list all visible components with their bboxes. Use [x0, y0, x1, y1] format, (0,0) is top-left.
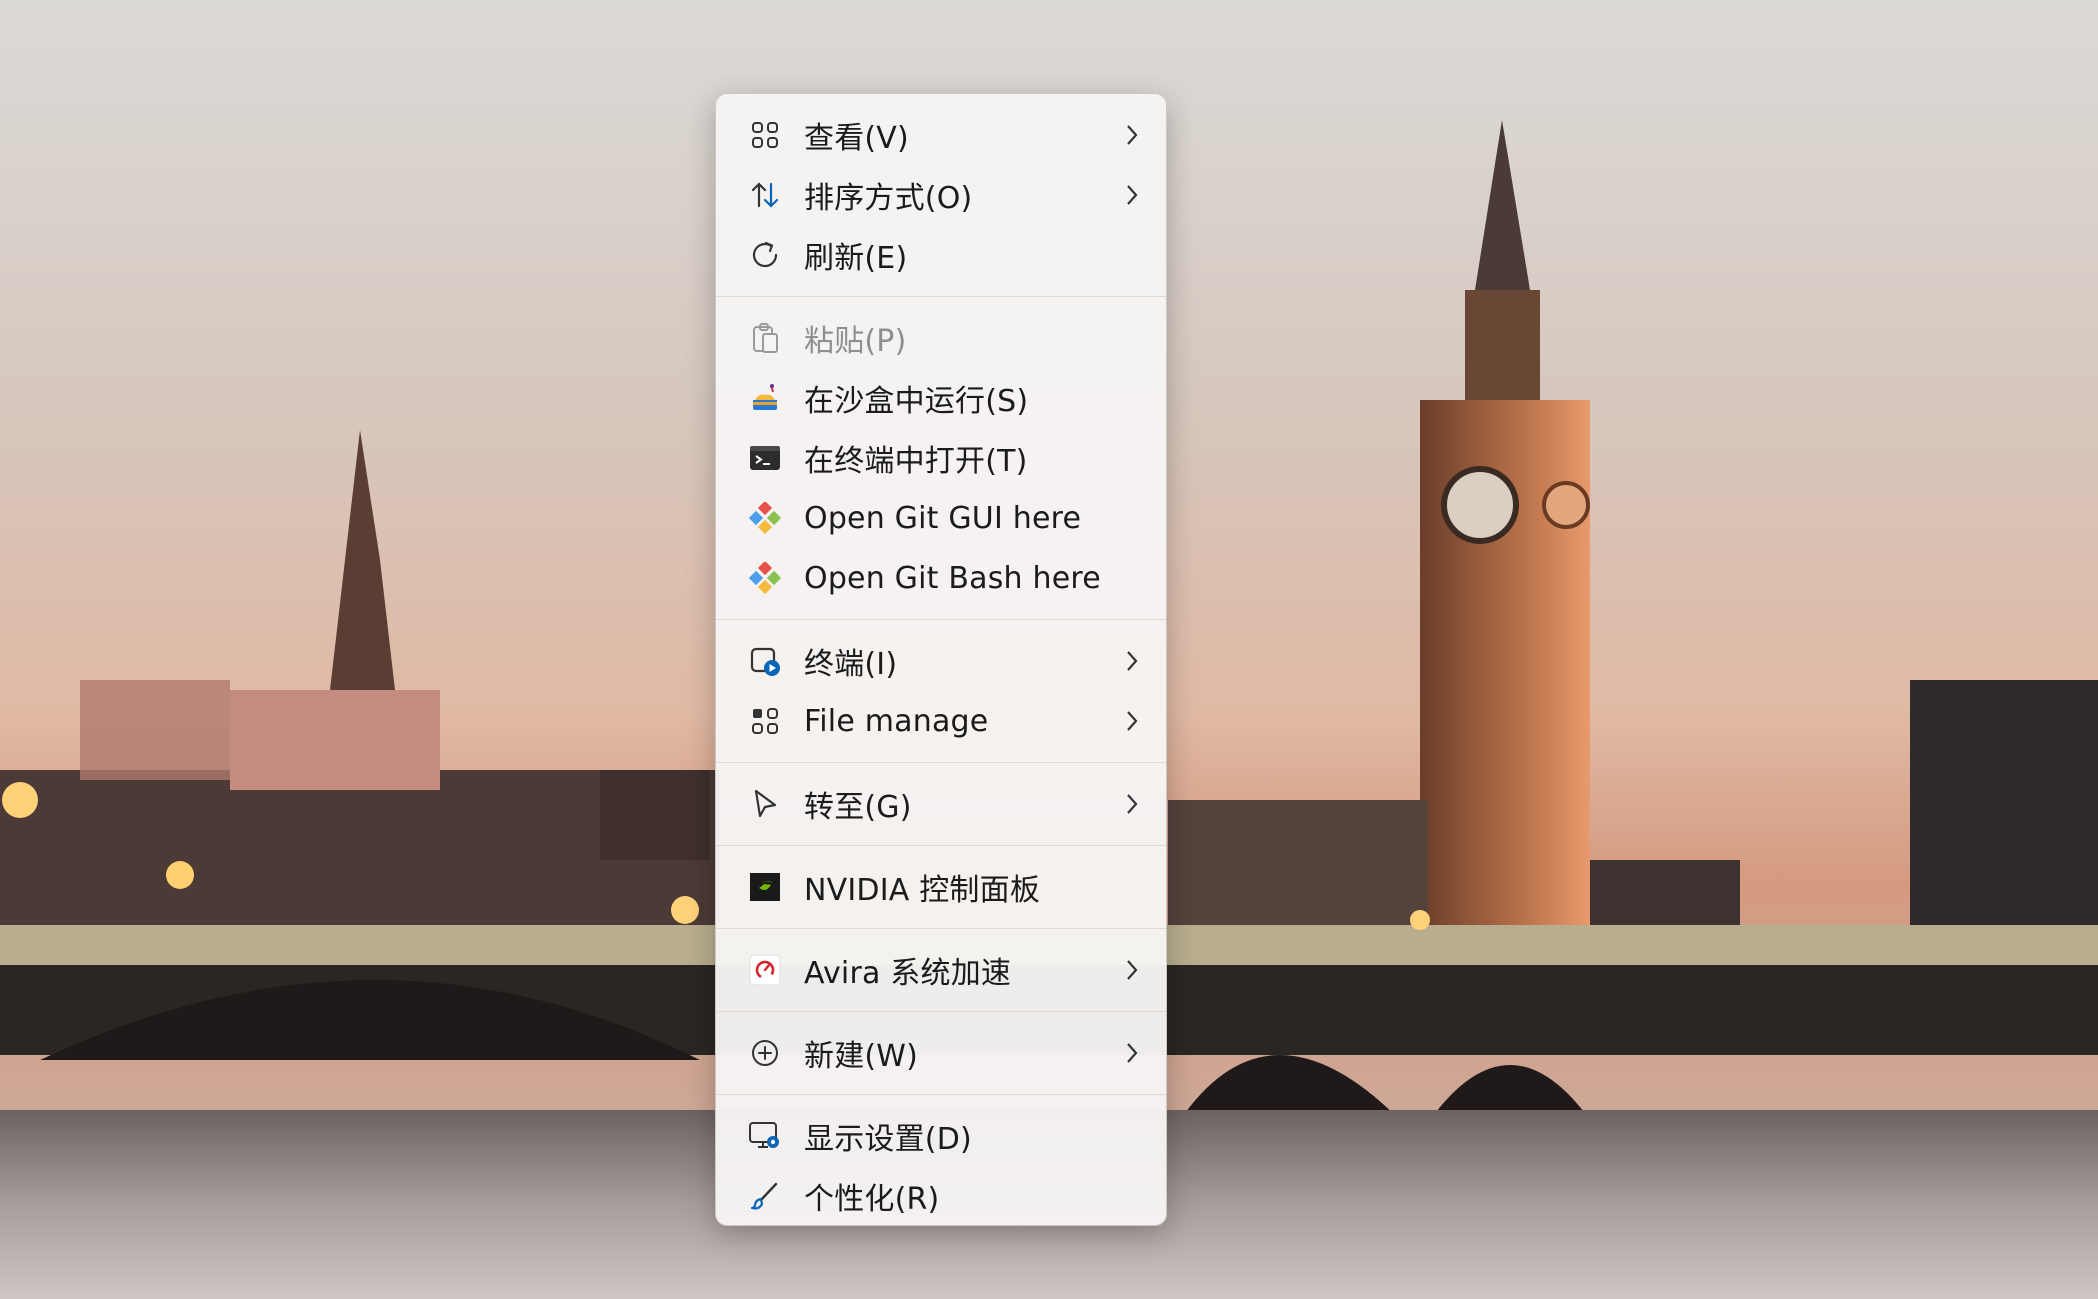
- chevron-right-icon: [1127, 185, 1138, 205]
- menu-item-label: Avira 系统加速: [804, 956, 1012, 991]
- menu-group-terminal: 终端(I) File manage: [716, 631, 1166, 751]
- display-settings-icon: [748, 1119, 782, 1153]
- file-manage-grid-icon: [748, 704, 782, 738]
- personalize-brush-icon: [748, 1179, 782, 1213]
- menu-item-personalize[interactable]: 个性化(R): [716, 1166, 1166, 1225]
- menu-separator: [716, 762, 1166, 763]
- menu-separator: [716, 619, 1166, 620]
- menu-item-git-gui[interactable]: Open Git GUI here: [716, 488, 1166, 548]
- menu-group-goto: 转至(G): [716, 774, 1166, 834]
- menu-item-label: 在沙盒中运行(S): [804, 384, 1029, 419]
- menu-item-label: 转至(G): [804, 790, 912, 825]
- menu-item-sandbox[interactable]: 在沙盒中运行(S): [716, 368, 1166, 428]
- menu-item-terminal[interactable]: 终端(I): [716, 631, 1166, 691]
- menu-group-nvidia: NVIDIA 控制面板: [716, 857, 1166, 917]
- menu-item-view[interactable]: 查看(V): [716, 105, 1166, 165]
- terminal-play-icon: [748, 644, 782, 678]
- menu-group-view: 查看(V) 排序方式(O) 刷新(E): [716, 94, 1166, 285]
- view-grid-icon: [748, 118, 782, 152]
- chevron-right-icon: [1127, 711, 1138, 731]
- menu-item-label: 新建(W): [804, 1039, 919, 1074]
- menu-separator: [716, 296, 1166, 297]
- menu-group-actions: 粘贴(P) 在沙盒中运行(S) 在终端中打开(T) Open Git GUI h…: [716, 308, 1166, 608]
- menu-item-sort[interactable]: 排序方式(O): [716, 165, 1166, 225]
- refresh-icon: [748, 238, 782, 272]
- menu-item-nvidia[interactable]: NVIDIA 控制面板: [716, 857, 1166, 917]
- menu-item-label: 个性化(R): [804, 1182, 940, 1217]
- menu-item-refresh[interactable]: 刷新(E): [716, 225, 1166, 285]
- chevron-right-icon: [1127, 960, 1138, 980]
- menu-item-label: Open Git Bash here: [804, 560, 1101, 596]
- menu-item-label: File manage: [804, 703, 989, 739]
- menu-item-label: Open Git GUI here: [804, 500, 1082, 536]
- menu-group-settings: 显示设置(D) 个性化(R): [716, 1106, 1166, 1225]
- menu-item-label: 刷新(E): [804, 241, 908, 276]
- menu-item-label: NVIDIA 控制面板: [804, 873, 1041, 908]
- menu-item-label: 显示设置(D): [804, 1122, 972, 1157]
- menu-item-label: 排序方式(O): [804, 181, 973, 216]
- chevron-right-icon: [1127, 794, 1138, 814]
- menu-item-new[interactable]: 新建(W): [716, 1023, 1166, 1083]
- menu-separator: [716, 928, 1166, 929]
- menu-item-label: 粘贴(P): [804, 324, 907, 359]
- desktop-context-menu: 查看(V) 排序方式(O) 刷新(E) 粘贴(P) 在沙盒中运行(S) 在终端中…: [715, 93, 1167, 1226]
- nvidia-icon: [748, 870, 782, 904]
- menu-item-paste[interactable]: 粘贴(P): [716, 308, 1166, 368]
- menu-item-label: 查看(V): [804, 121, 909, 156]
- sort-arrows-icon: [748, 178, 782, 212]
- chevron-right-icon: [1127, 125, 1138, 145]
- menu-item-display-settings[interactable]: 显示设置(D): [716, 1106, 1166, 1166]
- git-icon: [748, 561, 782, 595]
- avira-gauge-icon: [748, 953, 782, 987]
- paste-icon: [748, 321, 782, 355]
- menu-group-new: 新建(W): [716, 1023, 1166, 1083]
- menu-item-label: 终端(I): [804, 647, 898, 682]
- desktop[interactable]: 查看(V) 排序方式(O) 刷新(E) 粘贴(P) 在沙盒中运行(S) 在终端中…: [0, 0, 2098, 1299]
- menu-item-avira[interactable]: Avira 系统加速: [716, 940, 1166, 1000]
- menu-separator: [716, 845, 1166, 846]
- menu-item-label: 在终端中打开(T): [804, 444, 1028, 479]
- menu-item-git-bash[interactable]: Open Git Bash here: [716, 548, 1166, 608]
- menu-item-goto[interactable]: 转至(G): [716, 774, 1166, 834]
- sandbox-icon: [748, 381, 782, 415]
- menu-item-open-terminal[interactable]: 在终端中打开(T): [716, 428, 1166, 488]
- menu-separator: [716, 1094, 1166, 1095]
- chevron-right-icon: [1127, 651, 1138, 671]
- cursor-arrow-icon: [748, 787, 782, 821]
- new-plus-icon: [748, 1036, 782, 1070]
- menu-separator: [716, 1011, 1166, 1012]
- chevron-right-icon: [1127, 1043, 1138, 1063]
- menu-item-file-manage[interactable]: File manage: [716, 691, 1166, 751]
- git-icon: [748, 501, 782, 535]
- menu-group-avira: Avira 系统加速: [716, 940, 1166, 1000]
- terminal-icon: [748, 441, 782, 475]
